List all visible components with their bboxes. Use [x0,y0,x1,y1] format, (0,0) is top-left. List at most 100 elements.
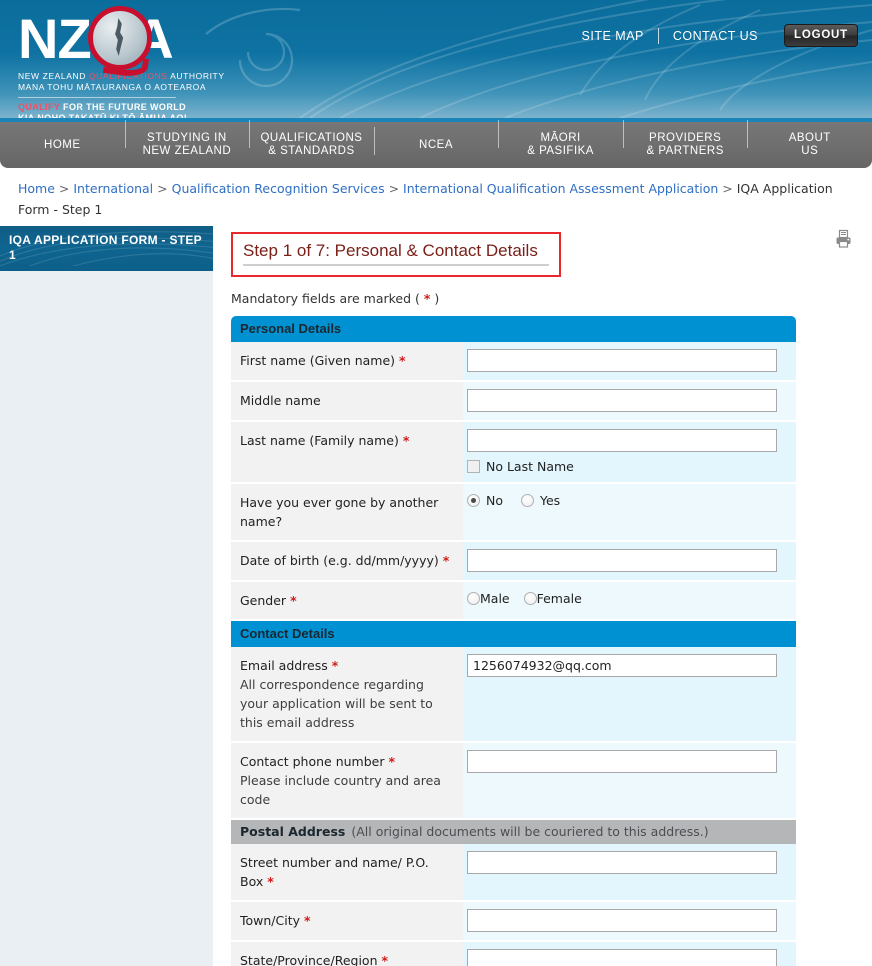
field-label: Town/City * [231,901,463,942]
field-label-text: Middle name [240,393,321,408]
gender-option-female[interactable]: Female [523,591,582,606]
nav-label-line2: & STANDARDS [268,145,355,157]
nav-label-line1: NCEA [419,138,453,151]
email-address-input[interactable] [467,654,777,677]
section-header-label: Contact Details [231,620,796,647]
field-cell: Male Female [463,581,796,621]
nav-label-line1: MĀORI [540,132,581,144]
field-cell [463,541,796,582]
radio-icon[interactable] [467,494,480,507]
field-cell: No Yes [463,483,796,542]
breadcrumb-separator: > [58,181,70,196]
print-icon[interactable] [834,229,854,253]
mandatory-note-prefix: Mandatory fields are marked ( [231,291,424,306]
no-last-name-checkbox[interactable] [467,460,480,473]
field-label: Last name (Family name) * [231,421,463,484]
form-row-town-city: Town/City * [231,901,796,942]
nav-item-home[interactable]: HOME [0,139,125,152]
required-star: * [399,353,406,368]
street-address-input[interactable] [467,851,777,874]
nav-item-studying-in-new-zealand[interactable]: STUDYING IN NEW ZEALAND [124,120,250,158]
field-label-text: Date of birth (e.g. dd/mm/yyyy) [240,553,439,568]
field-label: Email address * All correspondence regar… [231,647,463,743]
nav-item-about-us[interactable]: ABOUT US [747,120,872,158]
section-header-personal-details: Personal Details [231,316,796,342]
first-name-input[interactable] [467,349,777,372]
radio-icon[interactable] [467,592,480,605]
required-star: * [290,593,297,608]
logo-divider [18,97,176,98]
required-star: * [304,913,311,928]
nav-label-line1: ABOUT [788,132,831,144]
personal-contact-details-form: Personal Details First name (Given name)… [231,316,796,966]
page-body: IQA APPLICATION FORM - STEP 1 Step 1 of … [0,226,872,966]
field-label: State/Province/Region * [231,941,463,966]
utility-links: SITE MAP CONTACT US LOGOUT [568,24,858,47]
form-row-state-province-region: State/Province/Region * [231,941,796,966]
required-star: * [402,433,410,448]
last-name-input[interactable] [467,429,777,452]
required-star: * [381,953,389,966]
required-star: * [267,874,274,889]
breadcrumb-link-international[interactable]: International [73,181,153,196]
contact-us-link[interactable]: CONTACT US [659,29,772,43]
field-label-text: State/Province/Region [240,953,378,966]
logout-button[interactable]: LOGOUT [784,24,858,47]
town-city-input[interactable] [467,909,777,932]
no-last-name-label: No Last Name [486,459,574,474]
form-row-first-name: First name (Given name) * [231,342,796,382]
contact-phone-number-input[interactable] [467,750,777,773]
breadcrumb-separator: > [722,181,733,196]
radio-label: Female [536,591,582,606]
another-name-option-no[interactable]: No [467,493,503,508]
breadcrumb-separator: > [388,181,400,196]
field-cell [463,901,796,942]
breadcrumb-link-home[interactable]: Home [18,181,55,196]
section-header-contact-details: Contact Details [231,620,796,647]
nav-item-ncea[interactable]: NCEA [373,126,499,155]
field-cell [463,844,796,902]
mandatory-fields-note: Mandatory fields are marked ( * ) [231,291,872,306]
nav-item-providers-partners[interactable]: PROVIDERS & PARTNERS [622,120,748,158]
form-row-gender: Gender * Male Female [231,581,796,621]
field-label: Have you ever gone by another name? [231,483,463,542]
field-label: Street number and name/ P.O. Box * [231,844,463,902]
breadcrumb-link-qualification-recognition-services[interactable]: Qualification Recognition Services [172,181,385,196]
logo-tagline-mi: KIA NOHO TAKATŪ KI TŌ ĀMUA AO! [18,113,188,118]
field-label-text: Last name (Family name) [240,433,399,448]
gender-option-male[interactable]: Male [467,591,510,606]
logo-subtitle-mi: MANA TOHU MĀTAURANGA O AOTEAROA [18,82,207,92]
page-title: Step 1 of 7: Personal & Contact Details [243,241,549,266]
form-row-street-number-and-name: Street number and name/ P.O. Box * [231,844,796,902]
form-row-middle-name: Middle name [231,381,796,422]
form-row-email-address: Email address * All correspondence regar… [231,647,796,743]
site-map-link[interactable]: SITE MAP [568,29,658,43]
subsection-header-postal-address: Postal Address (All original documents wi… [231,819,796,844]
field-label-text: Contact phone number [240,754,385,769]
no-last-name-row[interactable]: No Last Name [467,459,787,474]
nav-item-maori-pasifika[interactable]: MĀORI & PASIFIKA [498,120,623,158]
radio-icon[interactable] [523,592,537,605]
field-cell [463,742,796,820]
required-star: * [442,553,450,568]
breadcrumb: Home > International > Qualification Rec… [0,168,872,226]
sidebar-header: IQA APPLICATION FORM - STEP 1 [0,226,213,271]
radio-icon[interactable] [521,494,534,507]
radio-label: Yes [540,493,561,508]
nav-item-qualifications-standards[interactable]: QUALIFICATIONS & STANDARDS [249,120,374,158]
sidebar: IQA APPLICATION FORM - STEP 1 [0,226,213,966]
mandatory-note-suffix: ) [430,291,440,306]
nzqa-logo[interactable]: NZQA NEW ZEALAND QUALIFICATIONS AUTHORIT… [18,6,224,118]
middle-name-input[interactable] [467,389,777,412]
nav-label-line1: PROVIDERS [649,132,722,144]
breadcrumb-link-international-qualification-assessment-application[interactable]: International Qualification Assessment A… [403,181,718,196]
required-star: * [331,658,339,673]
another-name-option-yes[interactable]: Yes [521,493,560,508]
radio-label: Male [480,591,510,606]
field-label: First name (Given name) * [231,342,463,382]
nav-label-line1: HOME [44,138,81,151]
sidebar-header-label: IQA APPLICATION FORM - STEP 1 [9,233,202,262]
date-of-birth-input[interactable] [467,549,777,572]
nav-label-line2: & PARTNERS [646,145,724,157]
state-province-region-input[interactable] [467,949,777,966]
